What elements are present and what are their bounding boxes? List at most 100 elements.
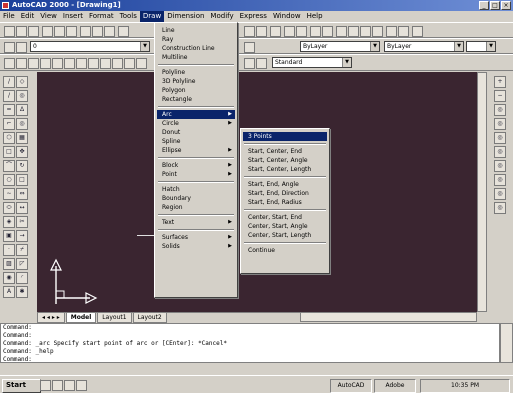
menu-item-polyline[interactable]: Polyline (157, 68, 235, 77)
zoom-previous-icon[interactable] (372, 26, 383, 37)
redo-icon[interactable] (256, 26, 267, 37)
linetype-combo[interactable]: ByLayer ▼ (384, 41, 464, 52)
menu-item-polygon[interactable]: Polygon (157, 86, 235, 95)
zoom-all-icon[interactable]: ◎ (494, 104, 506, 116)
menu-item-multiline[interactable]: Multiline (157, 53, 235, 62)
layer-combo[interactable]: 0 ▼ (30, 41, 150, 52)
osnap-icon[interactable] (284, 26, 295, 37)
pan-icon[interactable] (336, 26, 347, 37)
menu-item-donut[interactable]: Donut (157, 128, 235, 137)
offset-icon[interactable]: ◎ (16, 118, 28, 130)
paste-icon[interactable] (104, 26, 115, 37)
menu-draw[interactable]: Draw (139, 11, 165, 22)
close-button[interactable]: × (501, 1, 511, 10)
erase-icon[interactable]: ◇ (16, 76, 28, 88)
scale-icon[interactable]: □ (16, 174, 28, 186)
menu-help[interactable]: Help (304, 11, 326, 22)
maximize-button[interactable]: □ (490, 1, 500, 10)
menu-modify[interactable]: Modify (207, 11, 236, 22)
media-player-icon[interactable] (76, 380, 87, 391)
make-object-layer-current-icon[interactable] (16, 42, 27, 53)
taskbar-item-2[interactable]: Adobe (374, 379, 416, 393)
polyline-icon[interactable]: ⌐ (3, 118, 15, 130)
dimension-text-edit-icon[interactable] (256, 58, 267, 69)
vertical-scrollbar[interactable] (477, 72, 487, 312)
submenu-item-start-end-direction[interactable]: Start, End, Direction (243, 189, 327, 198)
array-icon[interactable]: ▦ (16, 132, 28, 144)
menu-insert[interactable]: Insert (60, 11, 86, 22)
make-block-icon[interactable]: ▣ (3, 230, 15, 242)
command-prompt[interactable]: Command: (1, 356, 499, 364)
radius-dimension-icon[interactable] (40, 58, 51, 69)
tab-layout1[interactable]: Layout1 (97, 313, 132, 323)
menu-item-region[interactable]: Region (157, 203, 235, 212)
match-properties-icon[interactable] (118, 26, 129, 37)
menu-item-solids[interactable]: Solids ▶ (157, 242, 235, 251)
trim-icon[interactable]: ✂ (16, 216, 28, 228)
show-desktop-icon[interactable] (40, 380, 51, 391)
submenu-item-center-start-length[interactable]: Center, Start, Length (243, 231, 327, 240)
chamfer-icon[interactable]: ◸ (16, 258, 28, 270)
properties-icon[interactable] (386, 26, 397, 37)
color-combo[interactable]: ByLayer ▼ (300, 41, 380, 52)
menu-edit[interactable]: Edit (18, 11, 38, 22)
ordinate-dimension-icon[interactable] (28, 58, 39, 69)
ucs-icon[interactable] (296, 26, 307, 37)
menu-item-line[interactable]: Line (157, 26, 235, 35)
rotate-icon[interactable]: ↻ (16, 160, 28, 172)
submenu-item-center-start-end[interactable]: Center, Start, End (243, 213, 327, 222)
menu-item-circle[interactable]: Circle ▶ (157, 119, 235, 128)
copy-icon[interactable] (92, 26, 103, 37)
menu-dimension[interactable]: Dimension (164, 11, 207, 22)
tolerance-icon[interactable] (124, 58, 135, 69)
menu-window[interactable]: Window (270, 11, 304, 22)
cut-icon[interactable] (80, 26, 91, 37)
spline-icon[interactable]: ∼ (3, 188, 15, 200)
submenu-item-center-start-angle[interactable]: Center, Start, Angle (243, 222, 327, 231)
menu-item-surfaces[interactable]: Surfaces ▶ (157, 233, 235, 242)
stretch-icon[interactable]: ⇔ (16, 188, 28, 200)
command-scrollbar[interactable] (500, 323, 513, 363)
zoom-window-side-icon[interactable]: ◎ (494, 174, 506, 186)
baseline-dimension-icon[interactable] (88, 58, 99, 69)
mirror-icon[interactable]: Δ (16, 104, 28, 116)
3d-orbit-icon[interactable] (322, 26, 333, 37)
start-button[interactable]: Start (2, 379, 41, 393)
menu-view[interactable]: View (37, 11, 60, 22)
minimize-button[interactable]: _ (479, 1, 489, 10)
insert-block-icon[interactable]: ◈ (3, 216, 15, 228)
submenu-item-start-end-radius[interactable]: Start, End, Radius (243, 198, 327, 207)
linear-dimension-icon[interactable] (4, 58, 15, 69)
menu-item-rectangle[interactable]: Rectangle (157, 95, 235, 104)
menu-item-ellipse[interactable]: Ellipse ▶ (157, 146, 235, 155)
find-icon[interactable] (66, 26, 77, 37)
tab-nav-arrows[interactable]: ◂ ◂ ▸ ▸ (37, 313, 65, 323)
zoom-in-icon[interactable]: + (494, 76, 506, 88)
menu-express[interactable]: Express (237, 11, 270, 22)
menu-item-spline[interactable]: Spline (157, 137, 235, 146)
submenu-item-continue[interactable]: Continue (243, 246, 327, 255)
open-icon[interactable] (16, 26, 27, 37)
zoom-realtime-icon[interactable] (348, 26, 359, 37)
point-icon[interactable]: · (3, 244, 15, 256)
hatch-icon[interactable]: ▨ (3, 258, 15, 270)
diameter-dimension-icon[interactable] (52, 58, 63, 69)
menu-item-arc[interactable]: Arc ▶ (157, 110, 235, 119)
command-window[interactable]: Command: Command: Command: _arc Specify … (0, 323, 500, 363)
lineweight-combo[interactable]: ▼ (466, 41, 496, 52)
design-center-icon[interactable] (398, 26, 409, 37)
quick-dimension-icon[interactable] (76, 58, 87, 69)
submenu-item-3-points[interactable]: 3 Points (243, 132, 327, 141)
polygon-icon[interactable]: ⬡ (3, 132, 15, 144)
horizontal-scrollbar[interactable] (300, 312, 477, 322)
multiline-icon[interactable]: = (3, 104, 15, 116)
extend-icon[interactable]: → (16, 230, 28, 242)
center-mark-icon[interactable] (136, 58, 147, 69)
zoom-object-icon[interactable]: ◎ (494, 202, 506, 214)
leader-icon[interactable] (112, 58, 123, 69)
new-icon[interactable] (4, 26, 15, 37)
angular-dimension-icon[interactable] (64, 58, 75, 69)
submenu-item-start-center-angle[interactable]: Start, Center, Angle (243, 156, 327, 165)
submenu-item-start-center-length[interactable]: Start, Center, Length (243, 165, 327, 174)
submenu-item-start-end-angle[interactable]: Start, End, Angle (243, 180, 327, 189)
